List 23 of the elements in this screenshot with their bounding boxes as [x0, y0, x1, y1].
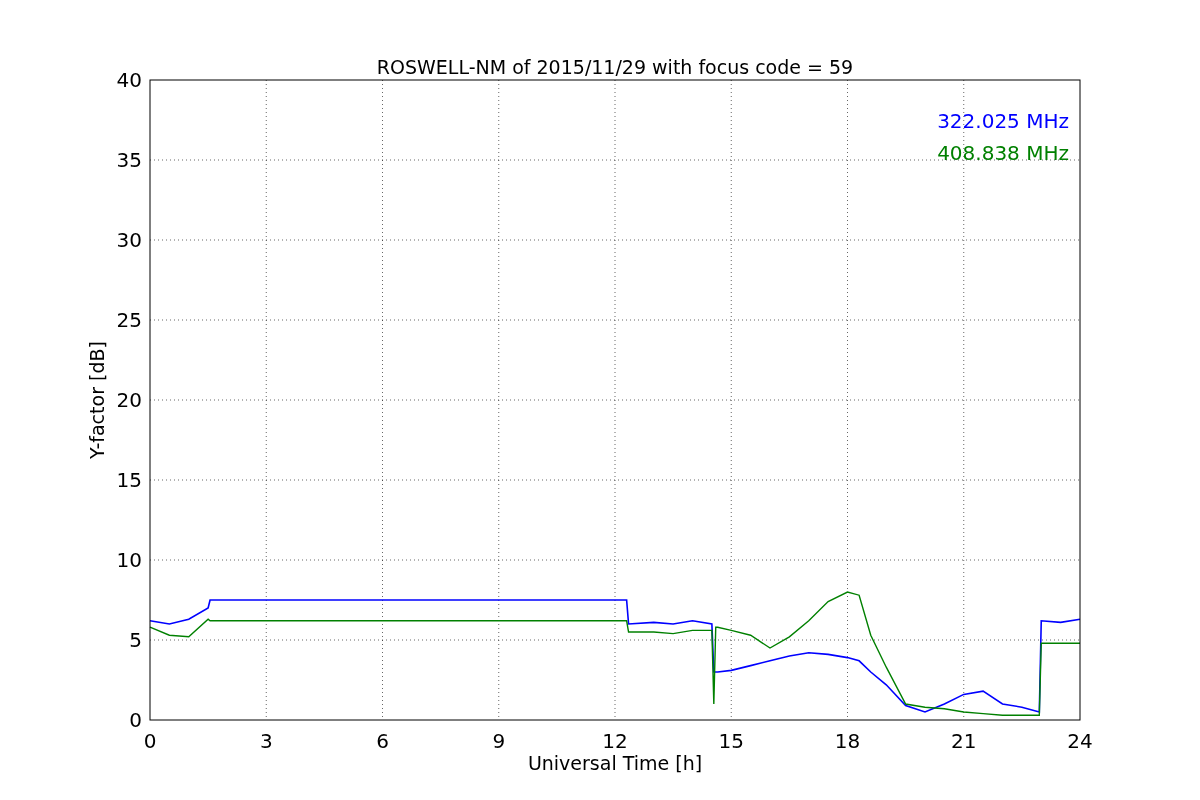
x-axis-label: Universal Time [h]	[527, 752, 703, 774]
tick-label: 20	[116, 388, 142, 412]
legend-label: 322.025 MHz	[937, 109, 1069, 133]
tick-label: 15	[718, 729, 744, 753]
tick-label: 35	[116, 148, 142, 172]
tick-label: 30	[116, 228, 142, 252]
chart-title: ROSWELL-NM of 2015/11/29 with focus code = 59	[376, 56, 854, 78]
tick-label: 0	[143, 729, 157, 753]
tick-label: 25	[116, 308, 142, 332]
tick-label: 6	[376, 729, 389, 753]
tick-label: 40	[116, 68, 142, 92]
tick-label: 12	[602, 729, 628, 753]
tick-label: 24	[1067, 729, 1093, 753]
tick-label: 21	[951, 729, 977, 753]
tick-label: 10	[116, 548, 142, 572]
legend-label: 408.838 MHz	[937, 141, 1069, 165]
tick-label: 9	[492, 729, 506, 753]
tick-label: 3	[259, 729, 273, 753]
tick-label: 0	[129, 708, 142, 732]
y-axis-label: Y-factor [dB]	[86, 341, 108, 459]
tick-label: 15	[116, 468, 142, 492]
tick-label: 18	[834, 729, 861, 753]
tick-label: 5	[129, 628, 142, 652]
